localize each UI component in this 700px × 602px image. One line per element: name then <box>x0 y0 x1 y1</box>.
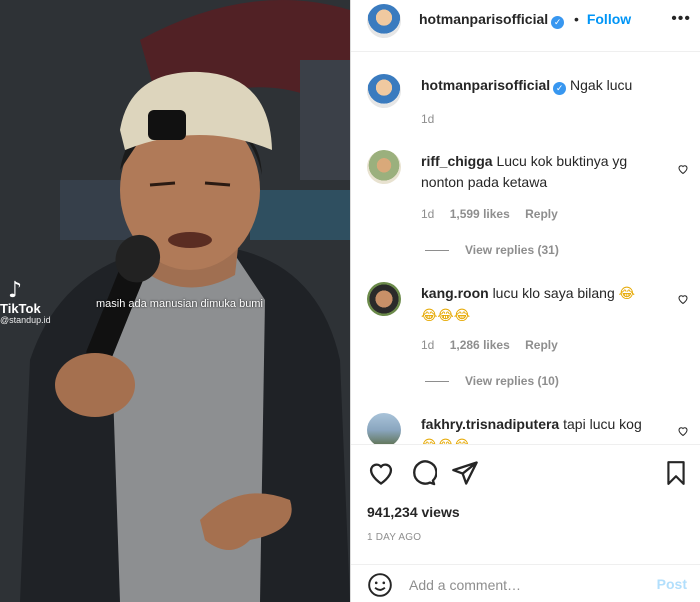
heart-icon[interactable] <box>367 459 395 487</box>
tiktok-watermark: ♪ TikTok @standup.id <box>0 280 51 326</box>
view-replies-button[interactable]: View replies (10) <box>425 374 559 388</box>
comment-meta: 1d <box>421 112 446 126</box>
verified-icon: ✓ <box>553 82 567 95</box>
view-count[interactable]: 941,234 views <box>367 504 460 520</box>
add-comment-bar: Post <box>351 564 700 602</box>
comment-icon[interactable] <box>409 459 437 487</box>
follow-button[interactable]: Follow <box>587 11 631 27</box>
avatar[interactable] <box>367 150 401 184</box>
comment-likes[interactable]: 1,599 likes <box>450 207 510 221</box>
more-options-icon[interactable]: ••• <box>671 10 691 28</box>
list-item: kang.roon lucu klo saya bilang 😂 😂😂😂 <box>421 283 671 327</box>
post-button[interactable]: Post <box>657 576 687 592</box>
video-player[interactable]: ♪ TikTok @standup.id masih ada manusian … <box>0 0 350 602</box>
smiley-icon[interactable] <box>367 572 393 598</box>
comment-time: 1d <box>421 207 435 221</box>
comment-text: lucu klo saya bilang <box>492 285 615 301</box>
separator: • <box>574 11 579 27</box>
list-item: riff_chigga Lucu kok buktinya yg nonton … <box>421 151 671 193</box>
comment-time: 1d <box>421 338 435 352</box>
tiktok-handle: @standup.id <box>0 315 51 326</box>
emoji-inline: 😂 <box>618 286 635 302</box>
post-panel: hotmanparisofficial ✓ • Follow ••• hotman… <box>350 0 700 602</box>
like-comment-heart-icon[interactable] <box>677 425 689 437</box>
post-actions <box>351 444 700 504</box>
list-item: hotmanparisofficial ✓ Ngak lucu <box>421 75 671 96</box>
reply-button[interactable]: Reply <box>525 338 558 352</box>
comment-text: tapi lucu kog <box>563 416 642 432</box>
emoji-line: 😂😂😂 <box>421 308 471 324</box>
comment-input[interactable] <box>409 575 639 595</box>
view-replies-button[interactable]: View replies (31) <box>425 243 559 257</box>
send-icon[interactable] <box>451 459 479 487</box>
post-header: hotmanparisofficial ✓ • Follow ••• <box>351 0 700 52</box>
comment-meta: 1d 1,286 likes Reply <box>421 338 570 352</box>
avatar[interactable] <box>367 74 401 108</box>
comments-list[interactable]: hotmanparisofficial ✓ Ngak lucu 1d riff_c… <box>351 52 700 444</box>
comment-username[interactable]: riff_chigga <box>421 153 493 169</box>
video-caption: masih ada manusian dimuka bumi <box>96 298 263 310</box>
comment-username[interactable]: fakhry.trisnadiputera <box>421 416 559 432</box>
avatar[interactable] <box>367 282 401 316</box>
comment-likes[interactable]: 1,286 likes <box>450 338 510 352</box>
reply-button[interactable]: Reply <box>525 207 558 221</box>
verified-icon: ✓ <box>551 16 565 29</box>
comment-meta: 1d 1,599 likes Reply <box>421 207 570 221</box>
header-username[interactable]: hotmanparisofficial <box>419 11 548 27</box>
tiktok-brand: TikTok <box>0 301 41 316</box>
bookmark-icon[interactable] <box>663 459 689 487</box>
list-item: fakhry.trisnadiputera tapi lucu kog 😂😂😂 <box>421 414 671 444</box>
tiktok-logo-icon: ♪ <box>8 278 23 303</box>
comment-username[interactable]: kang.roon <box>421 285 489 301</box>
avatar[interactable] <box>367 4 401 38</box>
post-timestamp[interactable]: 1 DAY AGO <box>367 532 421 543</box>
avatar[interactable] <box>367 413 401 444</box>
like-comment-heart-icon[interactable] <box>677 163 689 175</box>
like-comment-heart-icon[interactable] <box>677 293 689 305</box>
comment-time: 1d <box>421 112 435 126</box>
comment-text: Ngak lucu <box>570 77 633 93</box>
comment-username[interactable]: hotmanparisofficial <box>421 77 550 93</box>
header-user: hotmanparisofficial ✓ • Follow <box>419 11 631 29</box>
